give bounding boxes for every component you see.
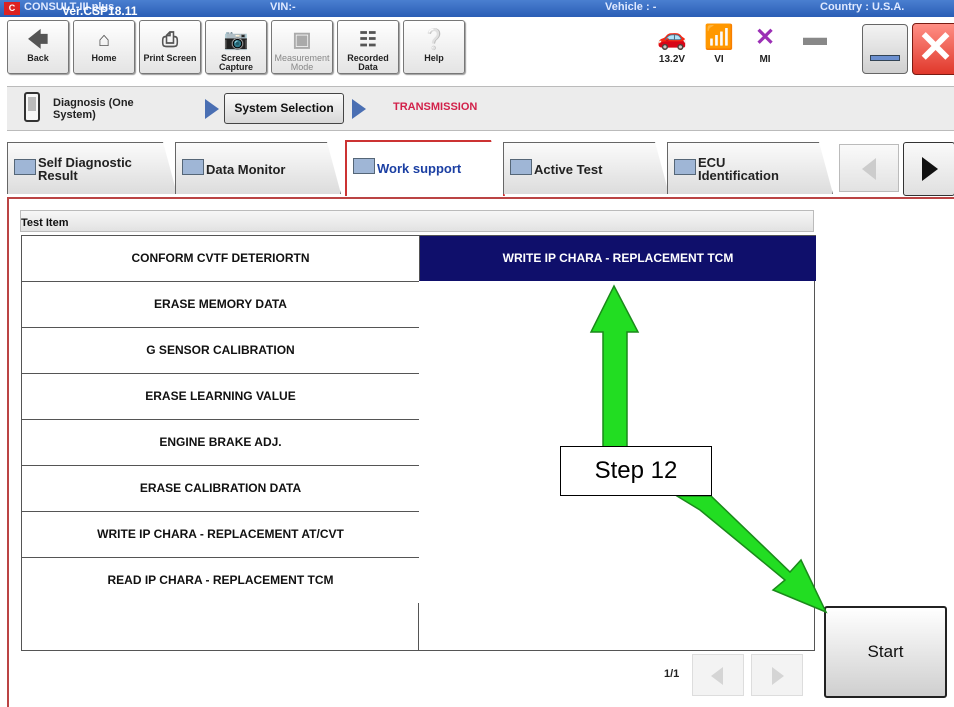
self-diagnostic-icon: [14, 159, 36, 175]
app-logo-icon: C: [4, 2, 20, 15]
close-button[interactable]: ✕: [912, 23, 954, 75]
breadcrumb-current-system: TRANSMISSION: [393, 101, 478, 113]
tab-ecu-identification[interactable]: ECU Identification: [667, 142, 833, 194]
ecu-identification-icon: [674, 159, 696, 175]
work-support-panel: Test Item CONFORM CVTF DETERIORTN ERASE …: [7, 197, 954, 707]
meter-icon: ▣: [292, 29, 312, 51]
mi-status: ✕ MI: [743, 22, 787, 65]
signal-icon: 📶: [704, 24, 734, 51]
version-label: Ver.CSP18.11: [62, 4, 138, 18]
test-item[interactable]: WRITE IP CHARA - REPLACEMENT AT/CVT: [22, 511, 419, 557]
home-icon: ⌂: [97, 29, 111, 51]
screen-capture-button[interactable]: 📷 Screen Capture: [205, 20, 267, 74]
vi-status: 📶 VI: [697, 22, 741, 65]
measurement-mode-button[interactable]: ▣ Measurement Mode: [271, 20, 333, 74]
work-support-icon: [353, 158, 375, 174]
close-icon: ✕: [917, 23, 954, 72]
chevron-right-icon: [772, 667, 784, 685]
breadcrumb-arrow-icon: [205, 99, 219, 119]
tab-active-test[interactable]: Active Test: [503, 142, 669, 194]
tab-work-support[interactable]: Work support: [345, 140, 505, 196]
test-item[interactable]: ERASE MEMORY DATA: [22, 281, 419, 327]
disconnected-x-icon: ✕: [754, 24, 776, 51]
page-indicator: 1/1: [664, 668, 680, 680]
back-arrow-icon: 🡄: [27, 29, 49, 51]
test-item[interactable]: G SENSOR CALIBRATION: [22, 327, 419, 373]
chevron-right-icon: [922, 157, 938, 181]
tab-scroll-right-button[interactable]: [903, 142, 954, 196]
test-item-list: CONFORM CVTF DETERIORTN ERASE MEMORY DAT…: [21, 235, 816, 651]
breadcrumb-arrow-icon: [352, 99, 366, 119]
test-item[interactable]: ENGINE BRAKE ADJ.: [22, 419, 419, 465]
step-callout-label: Step 12: [560, 446, 712, 496]
test-item-header: Test Item: [20, 210, 814, 232]
breadcrumb-diagnosis[interactable]: Diagnosis (One System): [53, 97, 143, 121]
vehicle-label: Vehicle : -: [605, 1, 657, 13]
recorded-data-icon: ☷: [359, 29, 377, 51]
tab-scroll-left-button[interactable]: [839, 144, 899, 192]
tab-bar: Self Diagnostic Result Data Monitor Work…: [7, 142, 954, 198]
test-item[interactable]: READ IP CHARA - REPLACEMENT TCM: [22, 557, 419, 603]
camera-icon: 📷: [223, 29, 249, 51]
page-next-button[interactable]: [751, 654, 803, 696]
home-button[interactable]: ⌂ Home: [73, 20, 135, 74]
country-label: Country : U.S.A.: [820, 1, 905, 13]
chevron-left-icon: [711, 667, 723, 685]
consult-device-icon: [24, 92, 40, 122]
test-item-selected[interactable]: WRITE IP CHARA - REPLACEMENT TCM: [419, 235, 816, 281]
system-selection-button[interactable]: System Selection: [224, 93, 344, 124]
breadcrumb: Diagnosis (One System) System Selection …: [7, 86, 954, 131]
title-bar: C CONSULT-III plus Ver.CSP18.11 VIN:- Ve…: [0, 0, 954, 18]
help-icon: ❔: [421, 29, 447, 51]
printer-icon: ⎙: [162, 29, 178, 51]
back-button[interactable]: 🡄 Back: [7, 20, 69, 74]
tab-self-diagnostic-result[interactable]: Self Diagnostic Result: [7, 142, 177, 194]
test-item[interactable]: CONFORM CVTF DETERIORTN: [22, 235, 419, 281]
test-item[interactable]: ERASE CALIBRATION DATA: [22, 465, 419, 511]
page-prev-button[interactable]: [692, 654, 744, 696]
car-icon: 🚗: [657, 24, 687, 51]
test-item-column-right: WRITE IP CHARA - REPLACEMENT TCM: [419, 235, 816, 651]
test-item[interactable]: ERASE LEARNING VALUE: [22, 373, 419, 419]
battery-voltage-status: 🚗 13.2V: [650, 22, 694, 65]
minimize-button[interactable]: [862, 24, 908, 74]
tab-data-monitor[interactable]: Data Monitor: [175, 142, 341, 194]
data-monitor-icon: [182, 159, 204, 175]
battery-status: ▬: [793, 22, 837, 54]
active-test-icon: [510, 159, 532, 175]
toolbar: 🡄 Back ⌂ Home ⎙ Print Screen 📷 Screen Ca…: [7, 20, 954, 80]
help-button[interactable]: ❔ Help: [403, 20, 465, 74]
minimize-icon: [870, 55, 900, 61]
chevron-left-icon: [862, 158, 876, 180]
battery-icon: ▬: [803, 24, 827, 51]
vin-label: VIN:-: [270, 1, 296, 13]
start-button[interactable]: Start: [824, 606, 947, 698]
test-item-column-left: CONFORM CVTF DETERIORTN ERASE MEMORY DAT…: [22, 235, 419, 651]
print-screen-button[interactable]: ⎙ Print Screen: [139, 20, 201, 74]
recorded-data-button[interactable]: ☷ Recorded Data: [337, 20, 399, 74]
